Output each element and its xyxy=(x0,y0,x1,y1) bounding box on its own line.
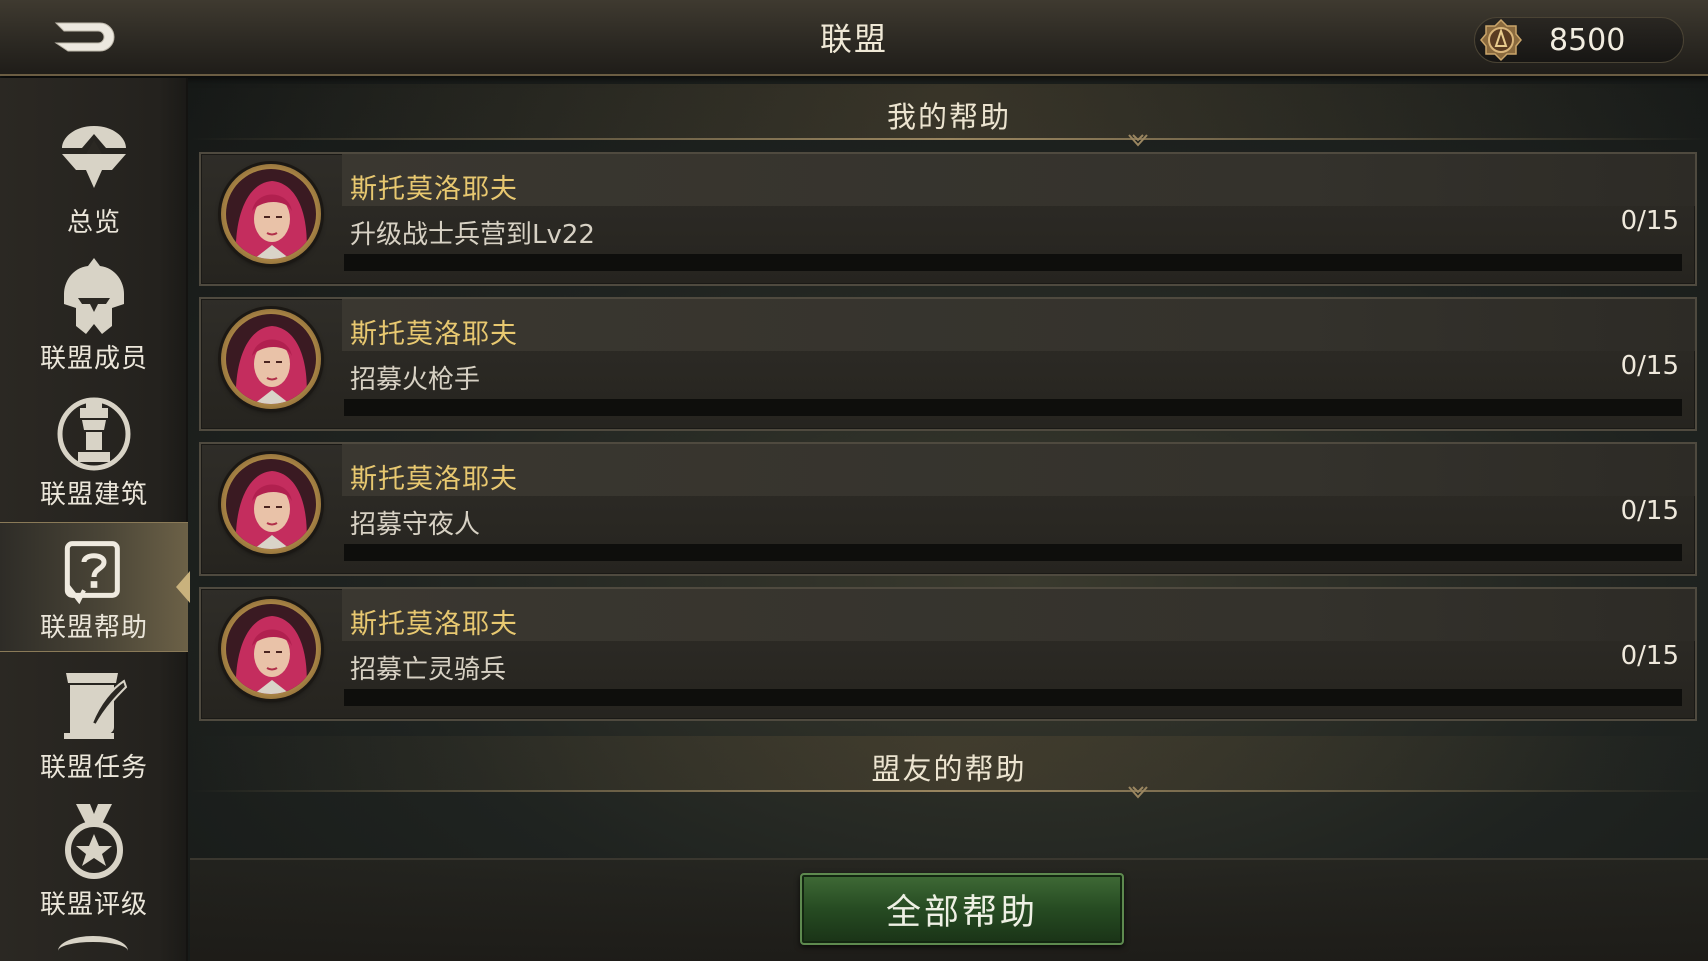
sidebar-item-label: 联盟帮助 xyxy=(39,613,148,643)
help-request-card[interactable]: 斯托莫洛耶夫 升级战士兵营到Lv22 0/15 xyxy=(199,152,1697,286)
page-title: 联盟 xyxy=(819,20,888,58)
hero-portrait-icon xyxy=(226,604,316,694)
help-question-icon xyxy=(64,541,120,605)
name-band xyxy=(342,154,1695,206)
back-arrow-icon xyxy=(54,22,115,52)
requester-name: 斯托莫洛耶夫 xyxy=(350,319,518,350)
currency-amount: 8500 xyxy=(1549,22,1626,58)
avatar[interactable] xyxy=(221,164,321,264)
hero-portrait-icon xyxy=(226,169,316,259)
sidebar-item-label: 联盟建筑 xyxy=(39,480,148,510)
hero-portrait-icon xyxy=(226,314,316,404)
sidebar-item-tasks[interactable]: 联盟任务 xyxy=(0,663,188,793)
hero-portrait-icon xyxy=(226,459,316,549)
sidebar-item-buildings[interactable]: 联盟建筑 xyxy=(0,390,188,520)
divider xyxy=(190,138,1708,140)
sidebar-item-overview[interactable]: 总览 xyxy=(0,118,188,248)
help-request-card[interactable]: 斯托莫洛耶夫 招募火枪手 0/15 xyxy=(199,297,1697,431)
section-title: 我的帮助 xyxy=(886,100,1011,134)
avatar[interactable] xyxy=(221,454,321,554)
help-count: 0/15 xyxy=(1620,641,1679,671)
name-band xyxy=(342,299,1695,351)
progress-bar xyxy=(344,544,1682,561)
sidebar-item-label: 总览 xyxy=(66,208,121,238)
help-request-card[interactable]: 斯托莫洛耶夫 招募守夜人 0/15 xyxy=(199,442,1697,576)
request-task: 招募火枪手 xyxy=(350,365,481,395)
divider xyxy=(190,790,1708,792)
sidebar-item-rating[interactable]: 联盟评级 xyxy=(0,800,188,930)
help-count: 0/15 xyxy=(1620,496,1679,526)
diamond-ornament-icon xyxy=(1128,786,1148,799)
help-count: 0/15 xyxy=(1620,206,1679,236)
avatar[interactable] xyxy=(221,599,321,699)
help-all-button[interactable]: 全部帮助 xyxy=(800,873,1124,945)
help-count: 0/15 xyxy=(1620,351,1679,381)
requester-name: 斯托莫洛耶夫 xyxy=(350,609,518,640)
requester-name: 斯托莫洛耶夫 xyxy=(350,464,518,495)
my-help-header: 我的帮助 xyxy=(190,84,1708,147)
sidebar-item-label: 联盟任务 xyxy=(39,753,148,783)
overview-icon xyxy=(62,126,126,188)
sidebar-item-label: 联盟评级 xyxy=(39,890,148,920)
request-task: 升级战士兵营到Lv22 xyxy=(350,220,595,250)
sidebar-more-icon xyxy=(58,936,128,961)
scroll-quill-icon xyxy=(64,673,128,739)
sidebar-item-members[interactable]: 联盟成员 xyxy=(0,254,188,384)
request-task: 招募亡灵骑兵 xyxy=(350,655,507,685)
name-band xyxy=(342,444,1695,496)
progress-bar xyxy=(344,399,1682,416)
sidebar-item-help[interactable]: 联盟帮助 xyxy=(0,522,190,652)
request-task: 招募守夜人 xyxy=(350,510,481,540)
help-request-card[interactable]: 斯托莫洛耶夫 招募亡灵骑兵 0/15 xyxy=(199,587,1697,721)
sidebar: 总览 联盟成员 联盟建筑 联盟帮助 联盟任务 联盟评级 xyxy=(0,78,190,961)
sidebar-item-label: 联盟成员 xyxy=(39,344,148,374)
helmet-icon xyxy=(64,258,124,334)
progress-bar xyxy=(344,689,1682,706)
back-button[interactable] xyxy=(44,12,126,62)
progress-bar xyxy=(344,254,1682,271)
ally-help-header: 盟友的帮助 xyxy=(190,736,1708,799)
top-bar: 联盟 8500 xyxy=(0,0,1708,76)
requester-name: 斯托莫洛耶夫 xyxy=(350,174,518,205)
medal-star-icon xyxy=(65,804,123,879)
chess-castle-icon xyxy=(57,397,131,471)
alliance-coin-icon xyxy=(1480,18,1522,62)
avatar[interactable] xyxy=(221,309,321,409)
name-band xyxy=(342,589,1695,641)
section-title: 盟友的帮助 xyxy=(871,752,1027,786)
currency-display: 8500 xyxy=(1474,17,1684,63)
diamond-ornament-icon xyxy=(1128,134,1148,147)
